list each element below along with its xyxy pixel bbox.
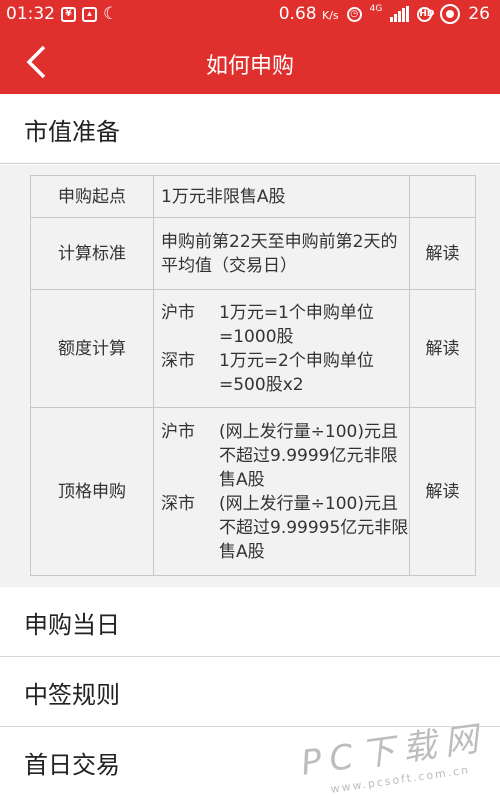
rule-text: (网上发行量÷100)元且不超过9.99995亿元非限售A股 bbox=[219, 493, 409, 562]
shield-icon: ¥ bbox=[61, 6, 76, 22]
section-market-value[interactable]: 市值准备 bbox=[0, 94, 500, 164]
section-title: 市值准备 bbox=[24, 118, 120, 146]
row-label: 额度计算 bbox=[30, 289, 154, 408]
battery-level: 26 bbox=[468, 4, 490, 24]
page-title: 如何申购 bbox=[205, 54, 294, 79]
clock: 01:32 bbox=[6, 4, 55, 24]
section-title: 申购当日 bbox=[24, 611, 120, 639]
shanghai-rule: 沪市 (网上发行量÷100)元且不超过9.9999亿元非限售A股 bbox=[161, 420, 409, 492]
table-row: 计算标准 申购前第22天至申购前第2天的平均值（交易日） 解读 bbox=[30, 217, 476, 290]
row-content: 1万元非限售A股 bbox=[153, 175, 410, 218]
network-speed-unit: K/s bbox=[322, 9, 339, 22]
shanghai-rule: 沪市 1万元=1个申购单位=1000股 bbox=[161, 301, 409, 349]
table-row: 申购起点 1万元非限售A股 bbox=[30, 175, 476, 218]
rule-text: 1万元=2个申购单位=500股x2 bbox=[219, 350, 374, 395]
rule-text: 1万元=1个申购单位=1000股 bbox=[219, 302, 374, 347]
market-label: 沪市 bbox=[161, 421, 195, 442]
section-lottery-rules[interactable]: 中签规则 bbox=[0, 657, 500, 727]
shenzhen-rule: 深市 (网上发行量÷100)元且不超过9.99995亿元非限售A股 bbox=[161, 492, 409, 564]
row-label: 计算标准 bbox=[30, 217, 154, 290]
market-label: 沪市 bbox=[161, 302, 195, 323]
row-content: 沪市 1万元=1个申购单位=1000股 深市 1万元=2个申购单位=500股x2 bbox=[153, 289, 410, 408]
interpret-button[interactable]: 解读 bbox=[409, 289, 476, 408]
section-title: 首日交易 bbox=[24, 751, 120, 779]
interpret-button[interactable]: 解读 bbox=[409, 217, 476, 290]
watermark: PC下载网 www.pcsoft.com.cn bbox=[298, 718, 488, 796]
alarm-icon: ◷ bbox=[346, 6, 362, 22]
network-speed: 0.68 bbox=[278, 4, 317, 24]
market-label: 深市 bbox=[161, 493, 195, 514]
rules-table-container: 申购起点 1万元非限售A股 计算标准 申购前第22天至申购前第2天的平均值（交易… bbox=[0, 165, 500, 588]
nav-bar: 如何申购 bbox=[0, 30, 500, 94]
battery-icon bbox=[440, 4, 461, 24]
status-bar: 01:32 ¥ ▴ ☾ 0.68 K/s ◷ 4G HD 26 bbox=[0, 0, 500, 30]
row-label: 顶格申购 bbox=[30, 407, 154, 576]
section-purchase-day[interactable]: 申购当日 bbox=[0, 587, 500, 657]
table-row: 顶格申购 沪市 (网上发行量÷100)元且不超过9.9999亿元非限售A股 深市… bbox=[30, 407, 476, 576]
signal-icon bbox=[390, 6, 410, 22]
row-action bbox=[409, 175, 476, 218]
shenzhen-rule: 深市 1万元=2个申购单位=500股x2 bbox=[161, 349, 409, 397]
rule-text: (网上发行量÷100)元且不超过9.9999亿元非限售A股 bbox=[219, 421, 398, 490]
section-title: 中签规则 bbox=[24, 681, 120, 709]
row-label: 申购起点 bbox=[30, 175, 154, 218]
row-content: 沪市 (网上发行量÷100)元且不超过9.9999亿元非限售A股 深市 (网上发… bbox=[153, 407, 410, 576]
rules-table: 申购起点 1万元非限售A股 计算标准 申购前第22天至申购前第2天的平均值（交易… bbox=[30, 175, 476, 576]
table-row: 额度计算 沪市 1万元=1个申购单位=1000股 深市 1万元=2个申购单位=5… bbox=[30, 289, 476, 408]
image-icon: ▴ bbox=[82, 6, 97, 22]
market-label: 深市 bbox=[161, 350, 195, 371]
moon-icon: ☾ bbox=[103, 4, 119, 24]
interpret-button[interactable]: 解读 bbox=[409, 407, 476, 576]
network-type: 4G bbox=[369, 4, 383, 14]
hd-icon: HD bbox=[417, 6, 434, 22]
row-content: 申购前第22天至申购前第2天的平均值（交易日） bbox=[153, 217, 410, 290]
